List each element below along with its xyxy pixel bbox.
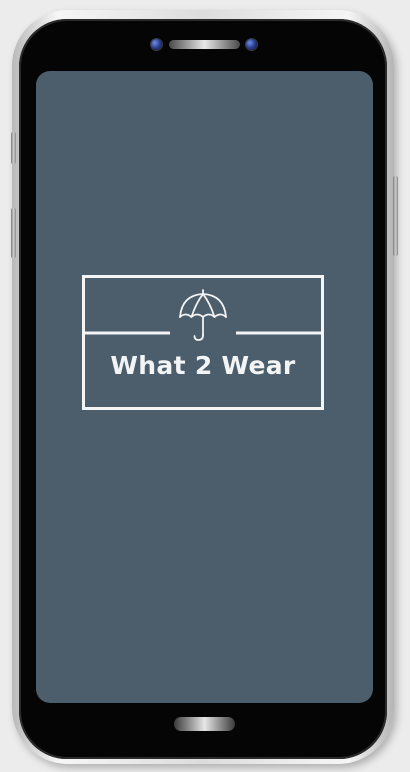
front-camera-left [151, 39, 162, 50]
splash-screen: What 2 Wear [36, 71, 373, 703]
umbrella-icon [179, 289, 227, 341]
volume-up-button [11, 132, 16, 164]
logo-frame [82, 275, 324, 410]
power-button [393, 176, 398, 256]
app-logo: What 2 Wear [82, 275, 324, 410]
volume-down-button [11, 208, 16, 258]
home-button[interactable] [174, 717, 235, 731]
app-title: What 2 Wear [110, 351, 296, 380]
earpiece-speaker [169, 40, 240, 49]
front-camera-right [246, 39, 257, 50]
